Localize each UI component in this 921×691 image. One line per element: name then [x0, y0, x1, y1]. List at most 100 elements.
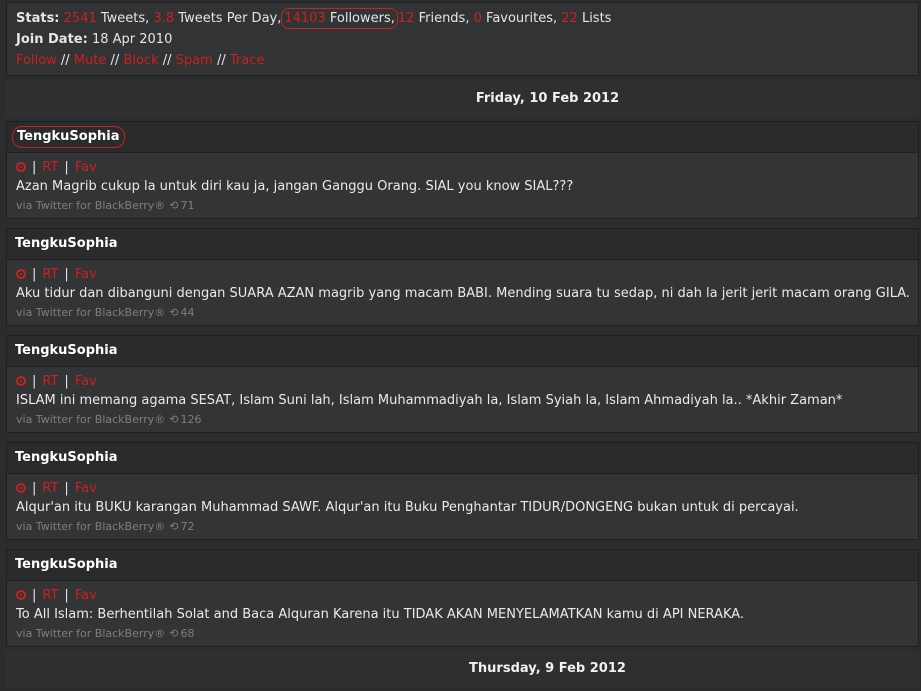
- tweet-actions: | RT | Fav: [16, 588, 97, 604]
- mute-link[interactable]: Mute: [74, 53, 107, 68]
- favourite-link[interactable]: Fav: [75, 588, 97, 603]
- reply-icon[interactable]: [16, 376, 26, 386]
- friends-label: Friends,: [418, 11, 470, 26]
- tweet-action-separator: |: [32, 160, 37, 175]
- block-link[interactable]: Block: [123, 53, 158, 68]
- lists-count-link[interactable]: 22: [561, 11, 578, 26]
- tweet-item: TengkuSophia | RT | Fav Alqur'an itu BUKU k…: [6, 442, 919, 540]
- tweet-item: TengkuSophia | RT | Fav Aku tidur dan diban…: [6, 228, 919, 326]
- tweet-action-separator: |: [64, 481, 69, 496]
- tweet-meta: via Twitter for BlackBerry® ⟲ 68: [16, 627, 194, 641]
- join-date-line: Join Date: 18 Apr 2010: [16, 31, 172, 49]
- retweet-icon: ⟲: [169, 520, 179, 533]
- tweet-action-separator: |: [64, 374, 69, 389]
- tweet-username-link[interactable]: TengkuSophia: [15, 449, 118, 467]
- retweet-count: 44: [180, 306, 195, 319]
- tweet-action-separator: |: [64, 160, 69, 175]
- tweet-header: TengkuSophia: [7, 550, 918, 581]
- followers-label: Followers,: [329, 11, 395, 26]
- tweet-header: TengkuSophia: [7, 443, 918, 474]
- tweet-source: via Twitter for BlackBerry®: [16, 306, 166, 319]
- join-date-value: 18 Apr 2010: [91, 32, 173, 47]
- reply-icon[interactable]: [16, 269, 26, 279]
- tweet-actions: | RT | Fav: [16, 267, 97, 283]
- tweet-meta: via Twitter for BlackBerry® ⟲ 71: [16, 199, 194, 213]
- favourite-link[interactable]: Fav: [75, 160, 97, 175]
- tweet-meta: via Twitter for BlackBerry® ⟲ 126: [16, 413, 201, 427]
- retweet-count: 68: [180, 627, 195, 640]
- retweet-icon: ⟲: [169, 306, 179, 319]
- spam-link[interactable]: Spam: [176, 53, 213, 68]
- retweet-link[interactable]: RT: [42, 374, 58, 389]
- retweet-link[interactable]: RT: [42, 267, 58, 282]
- tweets-per-day-value: 3.8: [153, 11, 175, 26]
- tweet-actions: | RT | Fav: [16, 374, 97, 390]
- friends-count-link[interactable]: 12: [398, 11, 415, 26]
- tweet-username-link[interactable]: TengkuSophia: [15, 556, 118, 574]
- tweet-item: TengkuSophia | RT | Fav To All Islam: Berhe…: [6, 549, 919, 647]
- retweet-count: 72: [180, 520, 195, 533]
- tweet-item: TengkuSophia | RT | Fav Azan Magrib cukup l…: [6, 121, 919, 219]
- tweet-text: Alqur'an itu BUKU karangan Muhammad SAWF…: [16, 500, 799, 515]
- tweet-actions: | RT | Fav: [16, 481, 97, 497]
- tweet-actions: | RT | Fav: [16, 160, 97, 176]
- reply-icon[interactable]: [16, 590, 26, 600]
- retweet-link[interactable]: RT: [42, 588, 58, 603]
- tweets-label: Tweets,: [100, 11, 150, 26]
- retweet-count: 71: [180, 199, 195, 212]
- follow-link[interactable]: Follow: [16, 53, 57, 68]
- tweet-source: via Twitter for BlackBerry®: [16, 199, 166, 212]
- tweet-action-separator: |: [32, 481, 37, 496]
- tweet-source: via Twitter for BlackBerry®: [16, 627, 166, 640]
- action-separator: //: [162, 53, 172, 68]
- tweet-username-link[interactable]: TengkuSophia: [12, 126, 125, 148]
- retweet-link[interactable]: RT: [42, 481, 58, 496]
- trace-link[interactable]: Trace: [230, 53, 265, 68]
- action-separator: //: [110, 53, 120, 68]
- favourites-count-link[interactable]: 0: [474, 11, 482, 26]
- tweet-action-separator: |: [64, 267, 69, 282]
- tweet-source: via Twitter for BlackBerry®: [16, 413, 166, 426]
- retweet-link[interactable]: RT: [42, 160, 58, 175]
- tweets-per-day-label: Tweets Per Day,: [178, 11, 282, 26]
- date-header: Thursday, 9 Feb 2012: [6, 650, 919, 688]
- tweet-text: To All Islam: Berhentilah Solat and Baca…: [16, 607, 745, 622]
- favourite-link[interactable]: Fav: [75, 481, 97, 496]
- retweet-icon: ⟲: [169, 627, 179, 640]
- tweet-header: TengkuSophia: [7, 122, 918, 153]
- tweet-header: TengkuSophia: [7, 229, 918, 260]
- tweet-meta: via Twitter for BlackBerry® ⟲ 72: [16, 520, 194, 534]
- retweet-icon: ⟲: [169, 413, 179, 426]
- favourite-link[interactable]: Fav: [75, 374, 97, 389]
- tweet-action-separator: |: [32, 267, 37, 282]
- tweet-text: Aku tidur dan dibanguni dengan SUARA AZA…: [16, 286, 911, 301]
- tweet-username-link[interactable]: TengkuSophia: [15, 342, 118, 360]
- tweet-action-separator: |: [32, 374, 37, 389]
- favourite-link[interactable]: Fav: [75, 267, 97, 282]
- stats-line: Stats: 2541 Tweets, 3.8 Tweets Per Day, 1…: [16, 8, 612, 29]
- favourites-label: Favourites,: [486, 11, 558, 26]
- tweet-text: ISLAM ini memang agama SESAT, Islam Suni…: [16, 393, 843, 408]
- tweet-item: TengkuSophia | RT | Fav ISLAM ini memang ag…: [6, 335, 919, 433]
- retweet-count: 126: [180, 413, 202, 426]
- join-date-label: Join Date:: [16, 32, 88, 47]
- profile-actions: Follow // Mute // Block // Spam // Trace: [16, 52, 264, 70]
- followers-count-link[interactable]: 14103: [284, 11, 325, 26]
- followers-highlight: 14103 Followers,: [281, 8, 398, 29]
- date-header-text: Thursday, 9 Feb 2012: [469, 661, 626, 676]
- lists-label: Lists: [581, 11, 612, 26]
- tweet-source: via Twitter for BlackBerry®: [16, 520, 166, 533]
- reply-icon[interactable]: [16, 483, 26, 493]
- tweets-count-link[interactable]: 2541: [64, 11, 97, 26]
- tweet-action-separator: |: [64, 588, 69, 603]
- tweet-username-link[interactable]: TengkuSophia: [15, 235, 118, 253]
- date-header-text: Friday, 10 Feb 2012: [475, 91, 620, 106]
- tweet-header: TengkuSophia: [7, 336, 918, 367]
- retweet-icon: ⟲: [169, 199, 179, 212]
- reply-icon[interactable]: [16, 162, 26, 172]
- stats-label: Stats:: [16, 11, 60, 26]
- tweet-action-separator: |: [32, 588, 37, 603]
- profile-stats-panel: Stats: 2541 Tweets, 3.8 Tweets Per Day, 1…: [6, 2, 919, 76]
- action-separator: //: [216, 53, 226, 68]
- date-header: Friday, 10 Feb 2012: [6, 80, 919, 118]
